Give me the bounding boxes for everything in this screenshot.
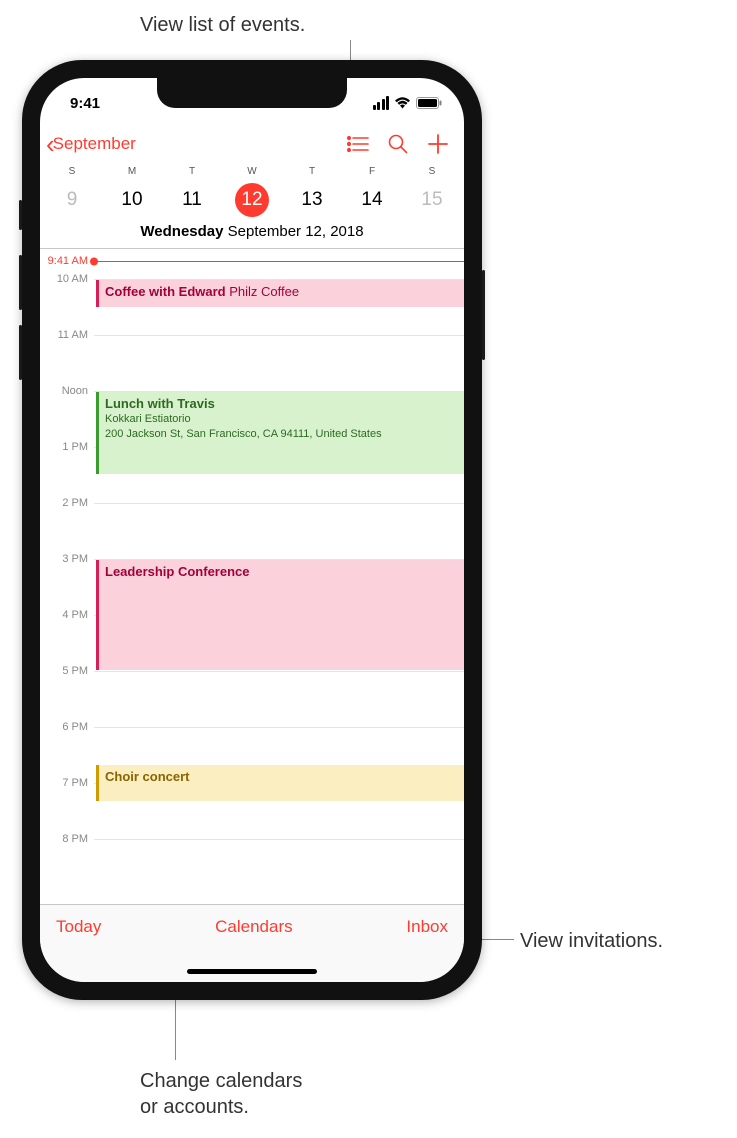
add-event-button[interactable] — [418, 124, 458, 164]
callout-bottom-l2: or accounts. — [140, 1096, 249, 1118]
event-title: Lunch with Travis — [105, 396, 215, 411]
hour-label: 10 AM — [40, 273, 94, 285]
day-letter: T — [162, 166, 222, 177]
date-rest: September 12, 2018 — [223, 223, 363, 240]
date-weekday: Wednesday — [140, 223, 223, 240]
day-letter: S — [402, 166, 462, 177]
mute-switch — [19, 200, 22, 230]
search-icon — [388, 134, 408, 154]
power-button — [482, 270, 485, 360]
day-num: 9 — [55, 183, 89, 217]
week-strip[interactable]: S9 M10 T11 W12 T13 F14 S15 — [40, 166, 464, 217]
hour-line — [94, 503, 464, 504]
event-title: Choir concert — [105, 769, 190, 784]
day-letter: M — [102, 166, 162, 177]
day-num-today: 12 — [235, 183, 269, 217]
day-col-wed[interactable]: W 12 — [222, 166, 282, 217]
hour-line — [94, 335, 464, 336]
plus-icon — [427, 133, 449, 155]
screen: 9:41 ‹ September — [40, 78, 464, 982]
event-lunch[interactable]: Lunch with Travis Kokkari Estiatorio 200… — [96, 392, 464, 474]
hour-label: 3 PM — [40, 553, 94, 565]
wifi-icon — [394, 97, 411, 109]
day-col-tue[interactable]: T 11 — [162, 166, 222, 217]
day-col-sat[interactable]: S 15 — [402, 166, 462, 217]
volume-up — [19, 255, 22, 310]
timeline[interactable]: 9:41 AM 10 AM 11 AM Noon 1 PM 2 PM 3 PM … — [40, 249, 464, 851]
navbar: ‹ September — [40, 122, 464, 166]
hour-label: 2 PM — [40, 497, 94, 509]
phone-frame: 9:41 ‹ September — [22, 60, 482, 1000]
hour-label: 1 PM — [40, 441, 94, 453]
battery-icon — [416, 97, 442, 109]
event-title: Coffee with Edward — [105, 284, 226, 299]
event-sub2: 200 Jackson St, San Francisco, CA 94111,… — [105, 427, 458, 441]
hour-label: Noon — [40, 385, 94, 397]
bottom-toolbar: Today Calendars Inbox — [40, 904, 464, 982]
volume-down — [19, 325, 22, 380]
status-icons — [373, 90, 443, 110]
back-label: September — [53, 134, 136, 154]
day-letter: S — [42, 166, 102, 177]
event-conference[interactable]: Leadership Conference — [96, 560, 464, 670]
status-time: 9:41 — [62, 89, 100, 112]
now-time-label: 9:41 AM — [40, 255, 94, 267]
date-label: Wednesday September 12, 2018 — [40, 217, 464, 248]
day-letter: T — [282, 166, 342, 177]
hour-label: 11 AM — [40, 329, 94, 341]
day-num: 14 — [355, 183, 389, 217]
calendars-button[interactable]: Calendars — [101, 917, 406, 937]
day-num: 15 — [415, 183, 449, 217]
day-num: 11 — [175, 183, 209, 217]
hour-label: 8 PM — [40, 833, 94, 845]
day-num: 10 — [115, 183, 149, 217]
day-col-thu[interactable]: T 13 — [282, 166, 342, 217]
day-col-mon[interactable]: M 10 — [102, 166, 162, 217]
event-sub1: Kokkari Estiatorio — [105, 412, 458, 426]
hour-line — [94, 671, 464, 672]
day-col-sun[interactable]: S9 — [42, 166, 102, 217]
day-letter: W — [222, 166, 282, 177]
now-line — [94, 261, 464, 262]
list-view-button[interactable] — [338, 124, 378, 164]
hour-label: 5 PM — [40, 665, 94, 677]
inbox-button[interactable]: Inbox — [406, 917, 448, 937]
search-button[interactable] — [378, 124, 418, 164]
hour-label: 7 PM — [40, 777, 94, 789]
notch — [157, 78, 347, 108]
today-button[interactable]: Today — [56, 917, 101, 937]
event-coffee[interactable]: Coffee with Edward Philz Coffee — [96, 280, 464, 307]
event-location: Philz Coffee — [226, 284, 299, 299]
callout-top: View list of events. — [140, 12, 305, 38]
list-icon — [347, 136, 369, 152]
day-num: 13 — [295, 183, 329, 217]
now-dot — [90, 258, 98, 266]
home-indicator[interactable] — [187, 969, 317, 974]
hour-label: 4 PM — [40, 609, 94, 621]
callout-bottom-l1: Change calendars — [140, 1070, 302, 1092]
event-title: Leadership Conference — [105, 564, 250, 579]
hour-line — [94, 839, 464, 840]
day-col-fri[interactable]: F 14 — [342, 166, 402, 217]
hour-label: 6 PM — [40, 721, 94, 733]
cellular-icon — [373, 96, 390, 110]
day-letter: F — [342, 166, 402, 177]
event-choir[interactable]: Choir concert — [96, 765, 464, 801]
callout-bottom: Change calendars or accounts. — [140, 1068, 302, 1120]
callout-right: View invitations. — [520, 928, 663, 954]
back-button[interactable]: ‹ September — [42, 127, 140, 161]
hour-line — [94, 727, 464, 728]
